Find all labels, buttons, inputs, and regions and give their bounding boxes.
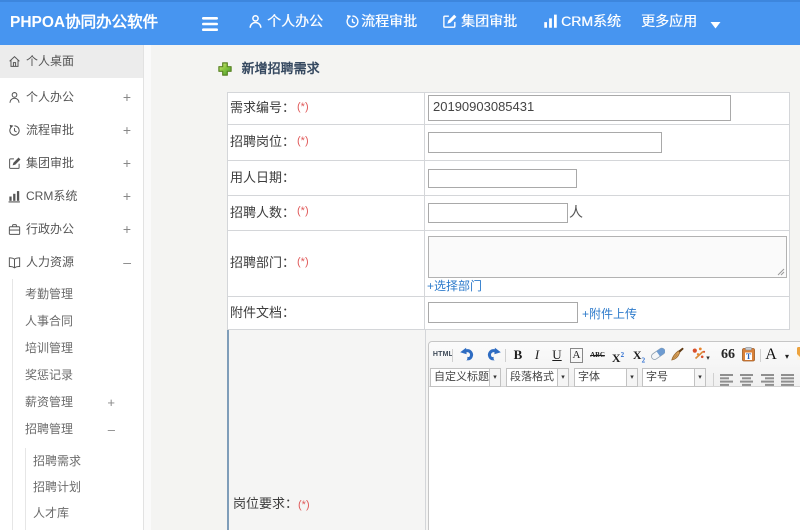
svg-text:T: T xyxy=(745,352,751,361)
